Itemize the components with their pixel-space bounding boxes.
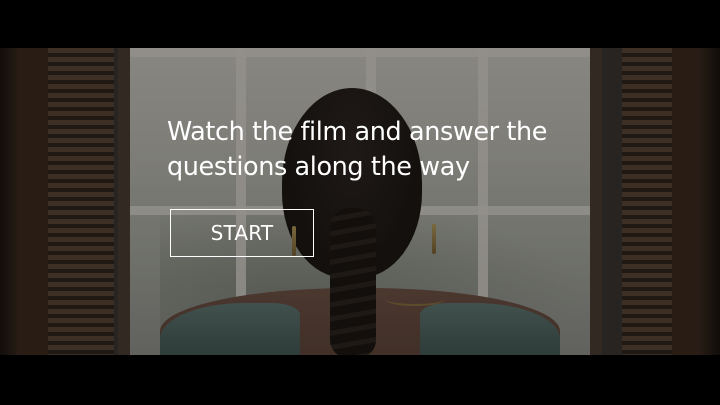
- intro-text-line-2: questions along the way: [167, 152, 470, 182]
- video-player: Watch the film and answer the questions …: [0, 0, 720, 405]
- letterbox-top: [0, 0, 720, 48]
- letterbox-bottom: [0, 355, 720, 405]
- video-still-frame: [0, 48, 720, 355]
- dim-overlay: [0, 48, 720, 355]
- intro-text-line-1: Watch the film and answer the: [167, 117, 548, 147]
- intro-text: Watch the film and answer the questions …: [167, 115, 607, 185]
- start-button[interactable]: START: [170, 209, 314, 257]
